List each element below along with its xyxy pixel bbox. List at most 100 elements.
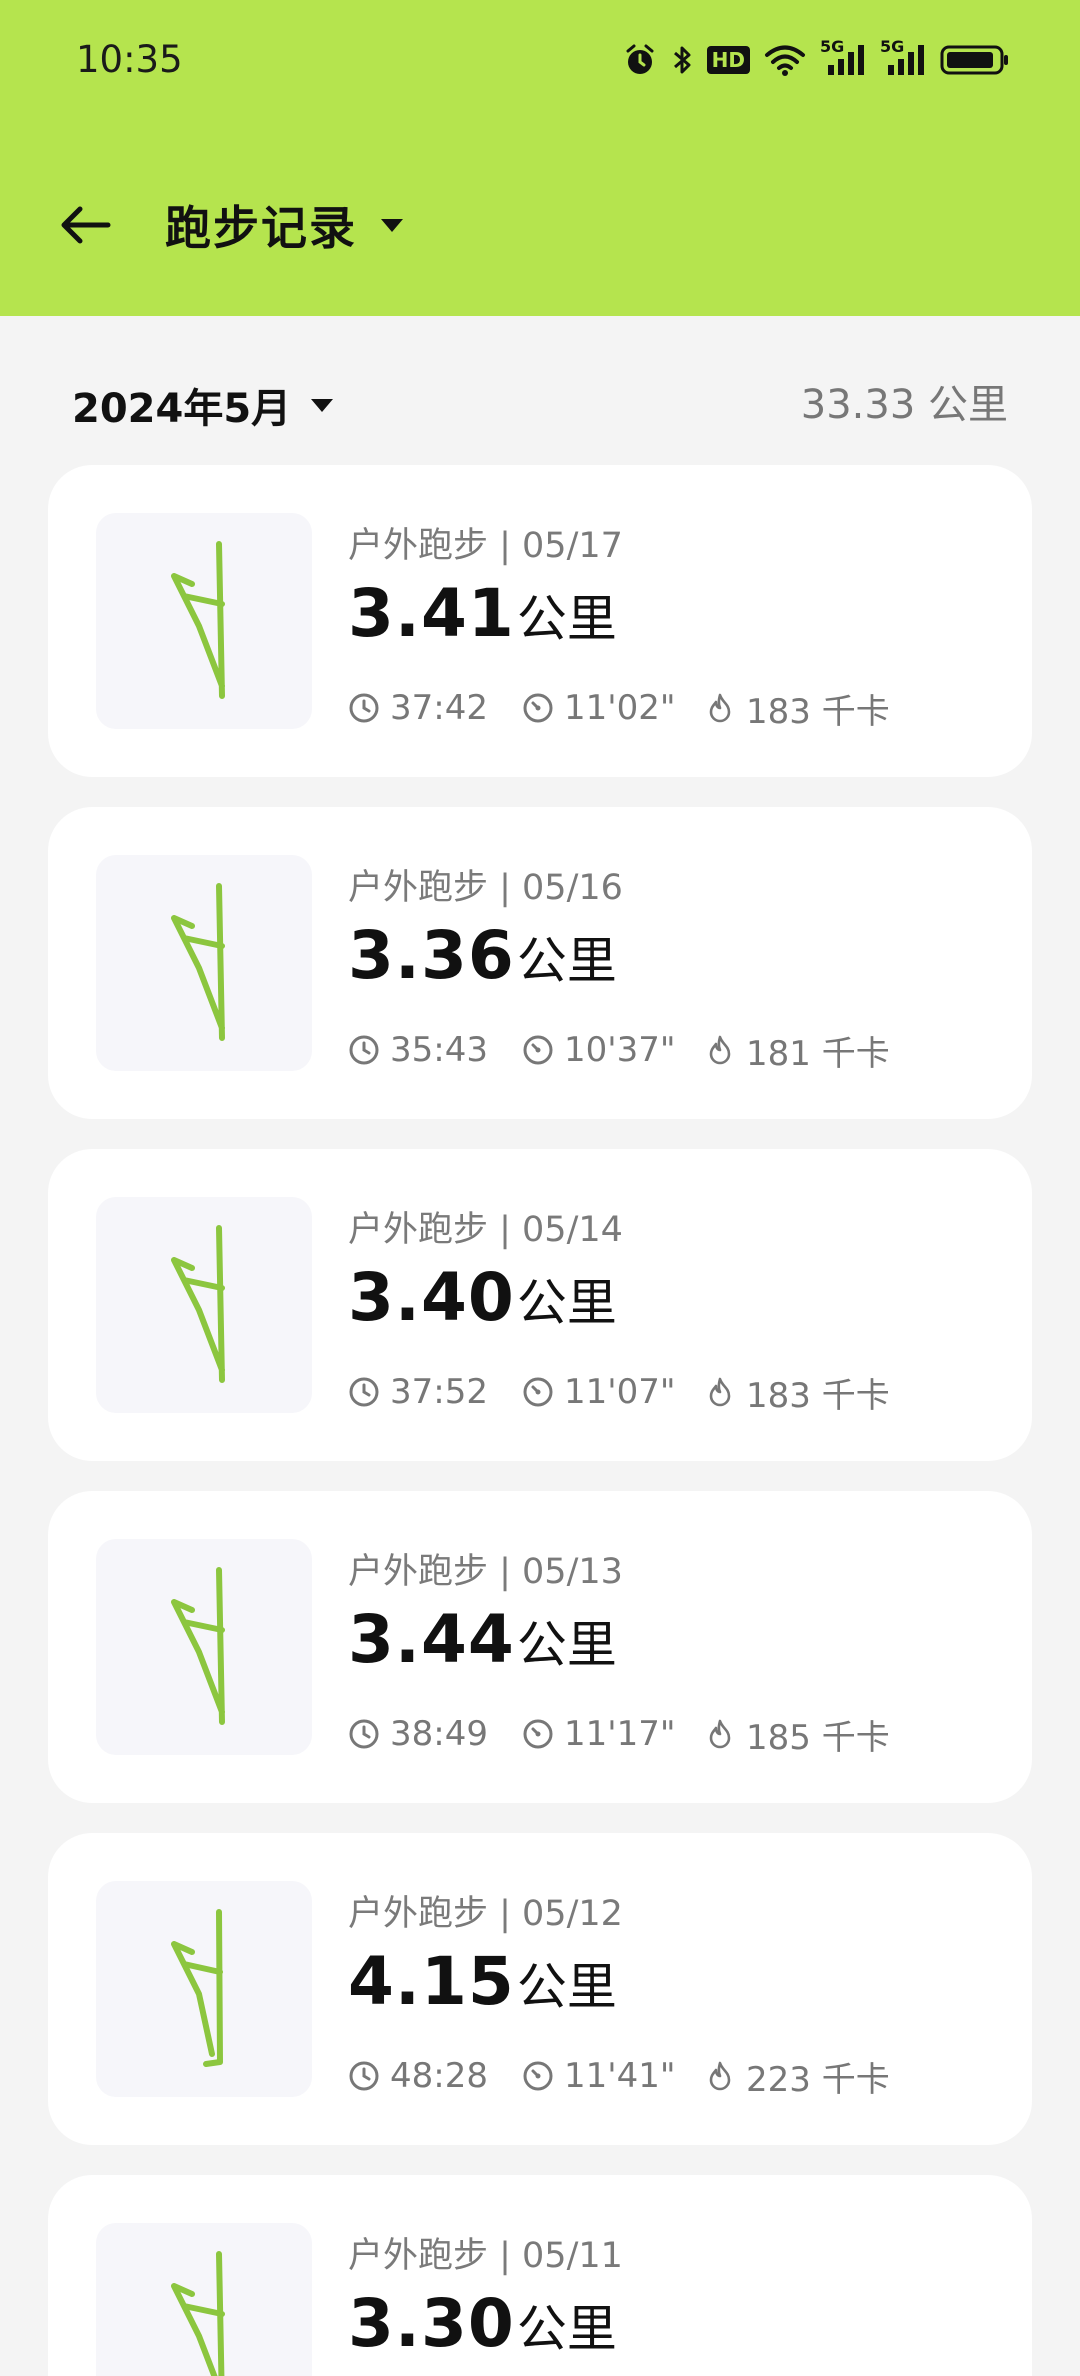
clock-icon: [349, 693, 379, 723]
back-button[interactable]: [50, 190, 120, 260]
month-label: 2024年5月: [72, 386, 292, 432]
pace-value: 11'17": [564, 1714, 676, 1754]
pace-stat: 11'02": [522, 688, 704, 728]
route-map-icon: [171, 1909, 223, 2067]
duration-stat: 48:28: [348, 2056, 522, 2096]
bluetooth-icon: [671, 43, 693, 77]
record-distance: 3.44 公里: [348, 1601, 617, 1691]
distance-value: 4.15: [348, 1943, 515, 2020]
speedometer-icon: [523, 693, 553, 723]
record-type-date: 户外跑步 | 05/11: [348, 2236, 623, 2276]
calories-value: 183 千卡: [746, 1375, 890, 1416]
flame-icon: [709, 693, 731, 723]
month-summary: 2024年5月 33.33 公里: [0, 370, 1080, 440]
flame-icon: [709, 2061, 731, 2091]
record-stats: 37:42 11'02" 183 千卡: [348, 683, 890, 733]
status-bar: 10:35 HD 5G 5G: [0, 0, 1080, 120]
status-icons: HD 5G 5G: [623, 36, 1010, 84]
duration-stat: 37:42: [348, 688, 522, 728]
pace-stat: 10'37": [522, 1030, 704, 1070]
route-map-icon: [171, 1225, 225, 1383]
duration-stat: 37:52: [348, 1372, 522, 1412]
network-type-label: 5G: [820, 37, 845, 56]
arrow-left-icon: [61, 206, 111, 244]
speedometer-icon: [523, 1035, 553, 1065]
record-distance: 3.40 公里: [348, 1259, 617, 1349]
duration-value: 37:42: [390, 688, 488, 728]
speedometer-icon: [523, 1719, 553, 1749]
route-thumbnail: [96, 855, 312, 1071]
duration-value: 35:43: [390, 1030, 488, 1070]
distance-unit: 公里: [516, 1958, 617, 2016]
distance-unit: 公里: [516, 590, 617, 648]
status-time: 10:35: [76, 38, 183, 81]
route-map-icon: [171, 1567, 225, 1725]
distance-unit: 公里: [516, 1616, 617, 1674]
caret-down-icon: [311, 398, 334, 412]
pace-stat: 11'07": [522, 1372, 704, 1412]
battery-icon: [940, 43, 1010, 77]
toolbar: 跑步记录: [0, 180, 1080, 270]
calories-value: 223 千卡: [746, 2059, 890, 2100]
route-map-icon: [171, 883, 225, 1041]
record-type-date: 户外跑步 | 05/16: [348, 868, 623, 908]
record-card[interactable]: 户外跑步 | 05/13 3.44 公里 38:49 11'17" 185 千卡: [48, 1491, 1032, 1803]
pace-stat: 11'41": [522, 2056, 704, 2096]
duration-value: 37:52: [390, 1372, 488, 1412]
distance-value: 3.36: [348, 917, 515, 994]
duration-stat: 35:43: [348, 1030, 522, 1070]
month-selector[interactable]: 2024年5月: [72, 370, 334, 440]
distance-unit: 公里: [516, 1274, 617, 1332]
duration-value: 38:49: [390, 1714, 488, 1754]
record-type-date: 户外跑步 | 05/14: [348, 1210, 623, 1250]
record-stats: 35:43 10'37" 181 千卡: [348, 1025, 890, 1075]
pace-stat: 11'17": [522, 1714, 704, 1754]
page-title: 跑步记录: [165, 201, 357, 255]
flame-icon: [709, 1377, 731, 1407]
record-stats: 38:49 11'17" 185 千卡: [348, 1709, 890, 1759]
total-distance: 33.33 公里: [800, 382, 1008, 428]
distance-value: 3.40: [348, 1259, 515, 1336]
record-distance: 4.15 公里: [348, 1943, 617, 2033]
clock-icon: [349, 1035, 379, 1065]
record-distance: 3.30 公里: [348, 2285, 617, 2375]
calories-value: 185 千卡: [746, 1717, 890, 1758]
record-type-date: 户外跑步 | 05/17: [348, 526, 623, 566]
speedometer-icon: [523, 2061, 553, 2091]
pace-value: 11'02": [564, 688, 676, 728]
calories-value: 181 千卡: [746, 1033, 890, 1074]
calories-stat: 183 千卡: [704, 684, 890, 733]
record-card[interactable]: 户外跑步 | 05/14 3.40 公里 37:52 11'07" 183 千卡: [48, 1149, 1032, 1461]
record-card[interactable]: 户外跑步 | 05/12 4.15 公里 48:28 11'41" 223 千卡: [48, 1833, 1032, 2145]
route-thumbnail: [96, 1197, 312, 1413]
app-header: 10:35 HD 5G 5G 跑步记录: [0, 0, 1080, 316]
distance-value: 3.30: [348, 2285, 515, 2362]
record-card[interactable]: 户外跑步 | 05/11 3.30 公里: [48, 2175, 1032, 2376]
distance-value: 3.41: [348, 575, 515, 652]
distance-unit: 公里: [516, 932, 617, 990]
duration-stat: 38:49: [348, 1714, 522, 1754]
record-type-selector[interactable]: 跑步记录: [165, 192, 403, 258]
distance-value: 3.44: [348, 1601, 515, 1678]
route-thumbnail: [96, 1881, 312, 2097]
distance-unit: 公里: [516, 2300, 617, 2358]
calories-stat: 183 千卡: [704, 1368, 890, 1417]
record-type-date: 户外跑步 | 05/12: [348, 1894, 623, 1934]
record-stats: 48:28 11'41" 223 千卡: [348, 2051, 890, 2101]
record-type-date: 户外跑步 | 05/13: [348, 1552, 623, 1592]
record-card[interactable]: 户外跑步 | 05/16 3.36 公里 35:43 10'37" 181 千卡: [48, 807, 1032, 1119]
record-distance: 3.41 公里: [348, 575, 617, 665]
hd-voice-icon: HD: [706, 46, 750, 74]
pace-value: 11'41": [564, 2056, 676, 2096]
duration-value: 48:28: [390, 2056, 488, 2096]
calories-value: 183 千卡: [746, 691, 890, 732]
alarm-icon: [623, 43, 657, 77]
network-type-label: 5G: [880, 37, 905, 56]
route-thumbnail: [96, 2223, 312, 2376]
speedometer-icon: [523, 1377, 553, 1407]
flame-icon: [709, 1035, 731, 1065]
calories-stat: 181 千卡: [704, 1026, 890, 1075]
route-map-icon: [171, 541, 225, 699]
clock-icon: [349, 1377, 379, 1407]
record-card[interactable]: 户外跑步 | 05/17 3.41 公里 37:42 11'02" 183 千卡: [48, 465, 1032, 777]
